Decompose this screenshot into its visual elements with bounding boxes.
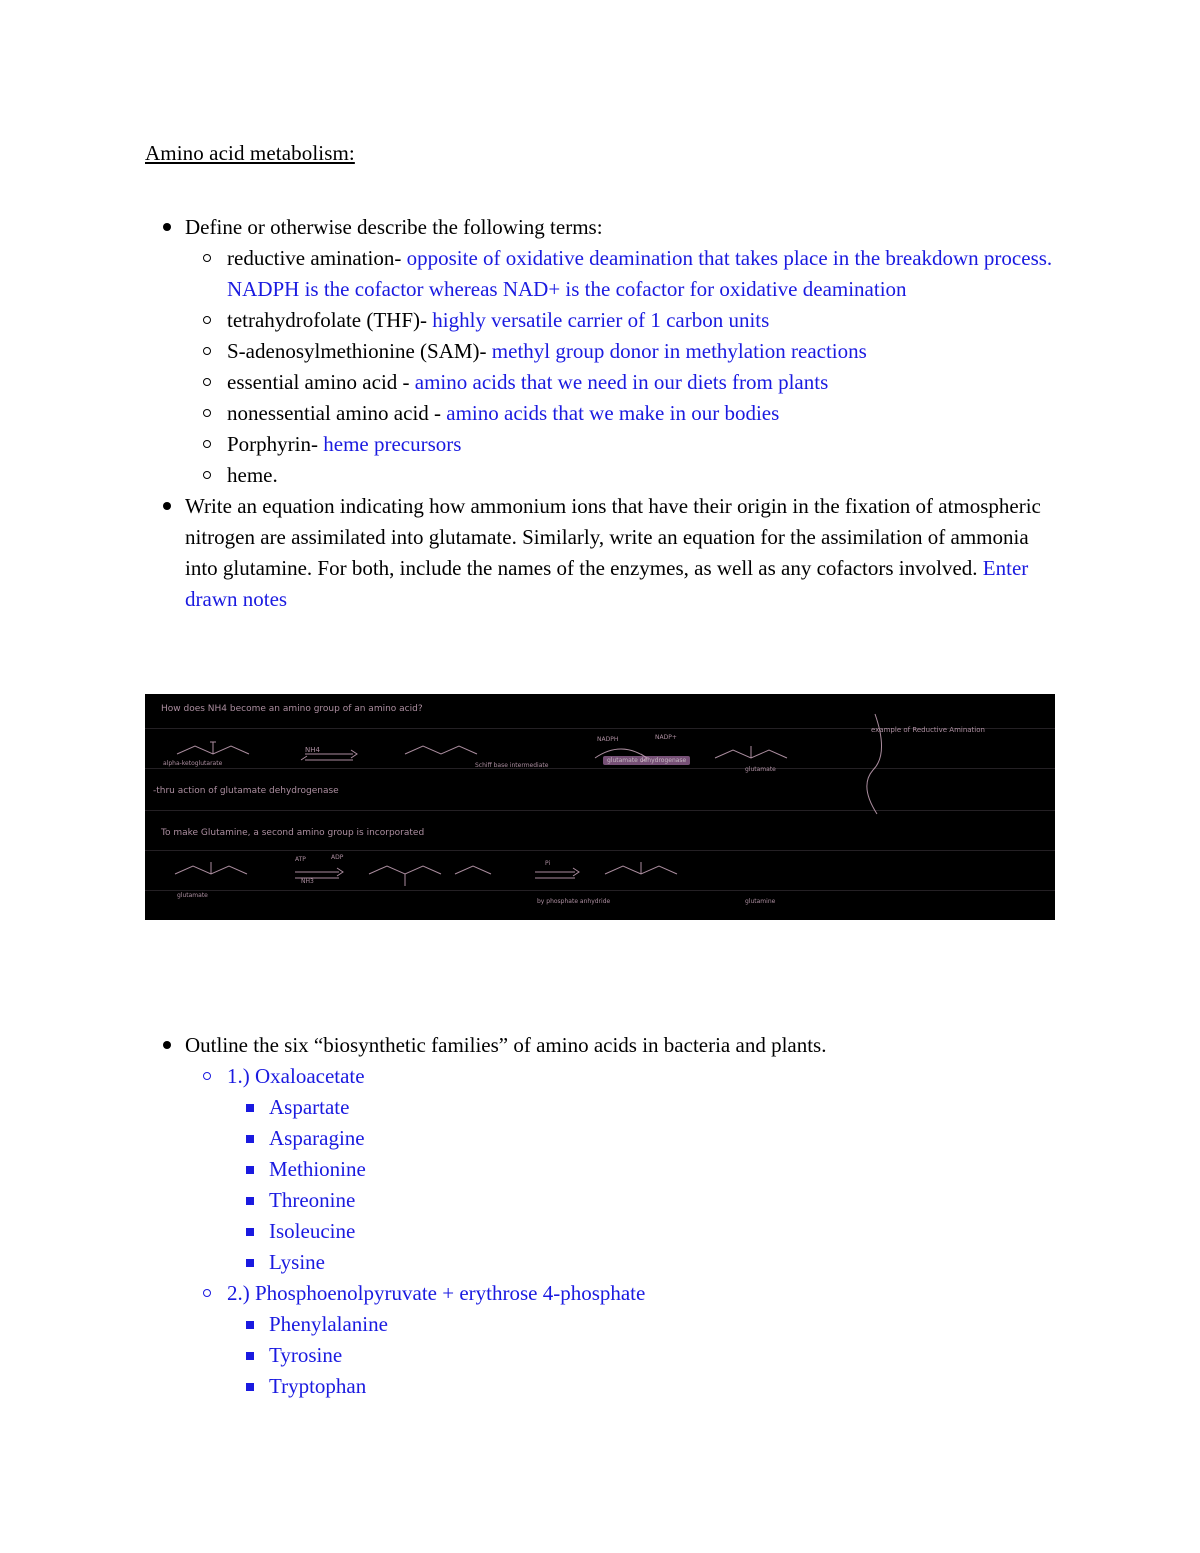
bullet-circle-icon — [203, 1072, 211, 1080]
term-label: nonessential amino acid - — [227, 401, 442, 425]
bullet-circle-icon — [203, 316, 211, 324]
biosynthetic-families-section: Outline the six “biosynthetic families” … — [145, 1030, 1055, 1402]
outline-item-families: Outline the six “biosynthetic families” … — [145, 1030, 1055, 1402]
term-item-reductive-amination: reductive amination- opposite of oxidati… — [185, 243, 1055, 305]
family-member-item: Phenylalanine — [227, 1309, 1055, 1340]
notes-structure-drawing-3 — [174, 862, 678, 886]
term-label: S-adenosylmethionine (SAM)- — [227, 339, 487, 363]
notes-label-phosphate-anhydride: by phosphate anhydride — [537, 898, 611, 905]
term-definition: methyl group donor in methylation reacti… — [491, 339, 867, 363]
terms-list: reductive amination- opposite of oxidati… — [185, 243, 1055, 491]
notes-label-pi: Pi — [545, 860, 551, 867]
notes-label-adp: ADP — [331, 854, 344, 861]
term-item-nonessential-amino-acid: nonessential amino acid - amino acids th… — [185, 398, 1055, 429]
term-definition: amino acids that we need in our diets fr… — [414, 370, 829, 394]
notes-label-schiff-base: Schiff base intermediate — [475, 762, 549, 769]
term-item-thf: tetrahydrofolate (THF)- highly versatile… — [185, 305, 1055, 336]
family-member-item: Tyrosine — [227, 1340, 1055, 1371]
bullet-circle-icon — [203, 440, 211, 448]
bullet-square-icon — [246, 1197, 254, 1205]
bullet-circle-icon — [203, 471, 211, 479]
family-member-label: Aspartate — [269, 1095, 350, 1119]
bullet-circle-icon — [203, 347, 211, 355]
bullet-circle-icon — [203, 409, 211, 417]
notes-structure-drawing-2 — [594, 746, 788, 763]
define-terms-heading: Define or otherwise describe the followi… — [185, 215, 603, 239]
term-item-porphyrin: Porphyrin- heme precursors — [185, 429, 1055, 460]
bullet-square-icon — [246, 1321, 254, 1329]
family-member-label: Asparagine — [269, 1126, 365, 1150]
family-members-list: Phenylalanine Tyrosine Tryptophan — [227, 1309, 1055, 1402]
families-outline-list: Outline the six “biosynthetic families” … — [145, 1030, 1055, 1402]
handwritten-notes-image: How does NH4 become an amino group of an… — [145, 694, 1055, 920]
notes-label-atp: ATP — [295, 856, 306, 863]
family-members-list: Aspartate Asparagine Methionine Threonin… — [227, 1092, 1055, 1278]
bullet-square-icon — [246, 1228, 254, 1236]
notes-label-nh4: NH4 — [305, 746, 320, 754]
family-member-item: Isoleucine — [227, 1216, 1055, 1247]
family-member-item: Aspartate — [227, 1092, 1055, 1123]
notes-label-alpha-ketoglutarate: alpha-ketoglutarate — [163, 760, 223, 767]
bullet-square-icon — [246, 1352, 254, 1360]
family-member-label: Methionine — [269, 1157, 366, 1181]
document-body: Amino acid metabolism: Define or otherwi… — [145, 138, 1055, 615]
family-member-item: Methionine — [227, 1154, 1055, 1185]
family-group-label: 1.) Oxaloacetate — [227, 1064, 365, 1088]
bullet-square-icon — [246, 1135, 254, 1143]
term-label: tetrahydrofolate (THF)- — [227, 308, 428, 332]
document-page: Amino acid metabolism: Define or otherwi… — [0, 0, 1200, 1553]
term-label: Porphyrin- — [227, 432, 318, 456]
bullet-square-icon — [246, 1104, 254, 1112]
family-member-label: Tryptophan — [269, 1374, 367, 1398]
notes-caption-line-2: -thru action of glutamate dehydrogenase — [153, 786, 339, 796]
bullet-square-icon — [246, 1383, 254, 1391]
term-definition: amino acids that we make in our bodies — [446, 401, 780, 425]
notes-caption-line-1: How does NH4 become an amino group of an… — [161, 704, 423, 714]
term-item-heme: heme. — [185, 460, 1055, 491]
term-item-essential-amino-acid: essential amino acid - amino acids that … — [185, 367, 1055, 398]
bullet-disc-icon — [163, 1041, 171, 1049]
outline-item-equation-prompt: Write an equation indicating how ammoniu… — [145, 491, 1055, 615]
family-group-pep-e4p: 2.) Phosphoenolpyruvate + erythrose 4-ph… — [185, 1278, 1055, 1402]
bullet-disc-icon — [163, 502, 171, 510]
outline-item-define-terms: Define or otherwise describe the followi… — [145, 212, 1055, 491]
term-label: essential amino acid - — [227, 370, 410, 394]
bullet-circle-icon — [203, 1289, 211, 1297]
bullet-square-icon — [246, 1166, 254, 1174]
term-item-sam: S-adenosylmethionine (SAM)- methyl group… — [185, 336, 1055, 367]
family-member-item: Lysine — [227, 1247, 1055, 1278]
notes-label-nh3: NH3 — [301, 878, 314, 885]
term-definition: highly versatile carrier of 1 carbon uni… — [432, 308, 770, 332]
family-member-label: Tyrosine — [269, 1343, 343, 1367]
equation-prompt-text: Write an equation indicating how ammoniu… — [185, 494, 1041, 580]
notes-label-glutamine: glutamine — [745, 898, 776, 905]
main-outline-list: Define or otherwise describe the followi… — [145, 212, 1055, 615]
bullet-circle-icon — [203, 378, 211, 386]
family-member-label: Isoleucine — [269, 1219, 356, 1243]
family-member-item: Tryptophan — [227, 1371, 1055, 1402]
families-group-list: 1.) Oxaloacetate Aspartate Asparagine Me… — [185, 1061, 1055, 1402]
family-member-label: Lysine — [269, 1250, 325, 1274]
family-member-label: Phenylalanine — [269, 1312, 388, 1336]
page-title: Amino acid metabolism: — [145, 141, 355, 165]
notes-brace-drawing — [866, 713, 882, 815]
bullet-circle-icon — [203, 254, 211, 262]
family-member-item: Asparagine — [227, 1123, 1055, 1154]
term-label: reductive amination- — [227, 246, 402, 270]
family-member-item: Threonine — [227, 1185, 1055, 1216]
bullet-square-icon — [246, 1259, 254, 1267]
family-group-label: 2.) Phosphoenolpyruvate + erythrose 4-ph… — [227, 1281, 646, 1305]
term-definition: heme precursors — [323, 432, 462, 456]
notes-label-glutamate-2: glutamate — [177, 892, 208, 899]
family-member-label: Threonine — [269, 1188, 356, 1212]
notes-caption-line-3: To make Glutamine, a second amino group … — [161, 828, 425, 838]
bullet-disc-icon — [163, 223, 171, 231]
family-group-oxaloacetate: 1.) Oxaloacetate Aspartate Asparagine Me… — [185, 1061, 1055, 1278]
term-label: heme. — [227, 463, 278, 487]
families-heading: Outline the six “biosynthetic families” … — [185, 1033, 827, 1057]
